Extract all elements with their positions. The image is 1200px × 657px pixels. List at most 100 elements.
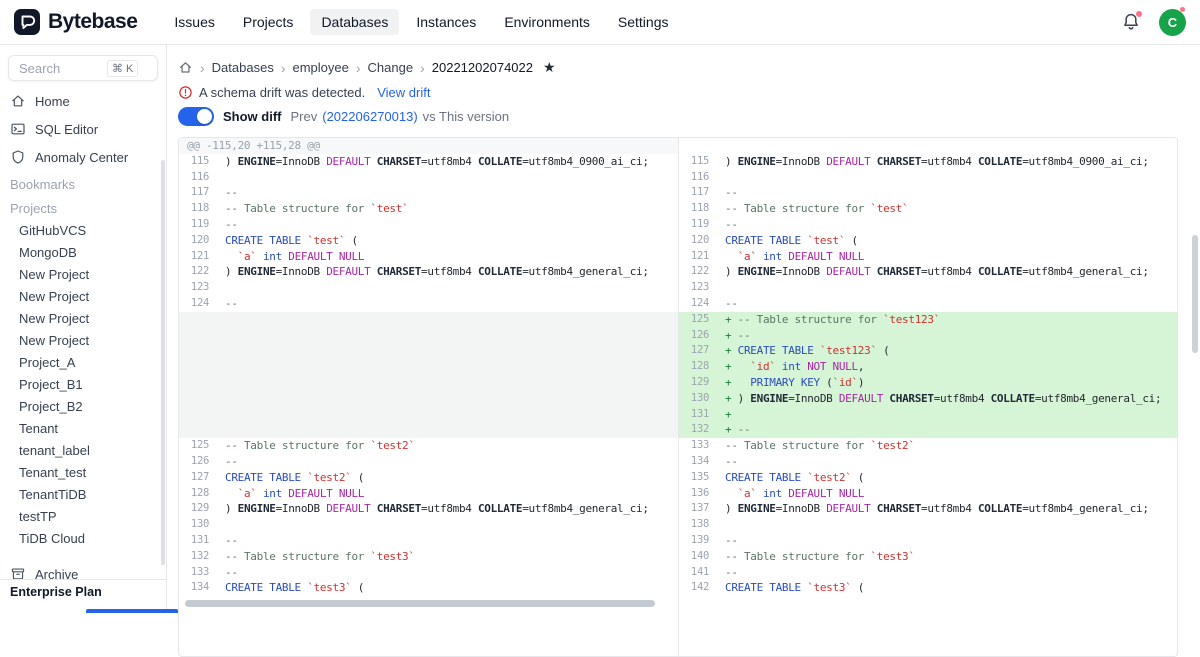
toggle-knob	[197, 109, 212, 124]
diff-row-spacer	[179, 312, 678, 328]
diff-row: 124--	[179, 296, 678, 312]
sidebar-section-projects: Projects	[0, 197, 166, 219]
nav-item-databases[interactable]: Databases	[310, 9, 399, 35]
sidebar-project-item[interactable]: GitHubVCS	[0, 219, 166, 241]
diff-row-spacer	[179, 407, 678, 423]
diff-row: 122) ENGINE=InnoDB DEFAULT CHARSET=utf8m…	[179, 264, 678, 280]
breadcrumb-item[interactable]: 20221202074022	[432, 60, 533, 75]
sidebar-project-item[interactable]: New Project	[0, 307, 166, 329]
sidebar-project-item[interactable]: New Project	[0, 263, 166, 285]
diff-row: 133--	[179, 565, 678, 581]
diff-row: 116	[179, 170, 678, 186]
sidebar-project-item[interactable]: tenant_label	[0, 439, 166, 461]
notification-dot	[1136, 11, 1142, 17]
diff-row: 140-- Table structure for `test3`	[679, 549, 1177, 565]
sidebar-project-item[interactable]: Project_B2	[0, 395, 166, 417]
user-avatar[interactable]: C	[1159, 9, 1186, 36]
diff-row: 123	[679, 280, 1177, 296]
diff-row-added: 128+ `id` int NOT NULL,	[679, 359, 1177, 375]
sidebar-project-item[interactable]: New Project	[0, 285, 166, 307]
sidebar-scrollbar[interactable]	[161, 160, 165, 565]
schema-drift-alert: A schema drift was detected. View drift	[178, 85, 430, 100]
sidebar-item-sql-editor[interactable]: SQL Editor	[0, 115, 166, 143]
bookmark-star-icon[interactable]: ★	[543, 59, 556, 76]
diff-row: 119--	[179, 217, 678, 233]
diff-row-added: 131+	[679, 407, 1177, 423]
diff-pane-new: 115) ENGINE=InnoDB DEFAULT CHARSET=utf8m…	[678, 138, 1177, 656]
vs-this-version-label: vs This version	[423, 109, 509, 124]
diff-row: 133-- Table structure for `test2`	[679, 438, 1177, 454]
diff-row: 121 `a` int DEFAULT NULL	[679, 249, 1177, 265]
show-diff-label: Show diff	[223, 109, 282, 124]
diff-row: 119--	[679, 217, 1177, 233]
diff-row: 117--	[679, 185, 1177, 201]
view-drift-link[interactable]: View drift	[377, 85, 430, 100]
breadcrumb: ›Databases›employee›Change›2022120207402…	[178, 59, 556, 76]
diff-row: 126--	[179, 454, 678, 470]
sidebar-project-item[interactable]: Project_A	[0, 351, 166, 373]
sidebar-item-home[interactable]: Home	[0, 87, 166, 115]
avatar-initial: C	[1159, 9, 1186, 36]
diff-pane-old: @@ -115,20 +115,28 @@115) ENGINE=InnoDB …	[179, 138, 678, 656]
home-icon	[10, 93, 26, 109]
alert-message: A schema drift was detected.	[199, 85, 365, 100]
diff-row: 121 `a` int DEFAULT NULL	[179, 249, 678, 265]
sidebar-project-item[interactable]: Project_B1	[0, 373, 166, 395]
diff-row-added: 127+ CREATE TABLE `test123` (	[679, 343, 1177, 359]
bytebase-logo-icon	[14, 9, 40, 35]
breadcrumb-separator: ›	[420, 61, 425, 75]
bytebase-logo[interactable]: Bytebase	[14, 9, 137, 35]
sidebar-project-item[interactable]: New Project	[0, 329, 166, 351]
notifications-button[interactable]	[1121, 12, 1141, 32]
breadcrumb-separator: ›	[356, 61, 361, 75]
shield-icon	[10, 149, 26, 165]
nav-item-projects[interactable]: Projects	[232, 9, 305, 35]
quickstart-progress-sliver	[86, 609, 178, 613]
diff-row-spacer	[179, 343, 678, 359]
diff-row-added: 126+ --	[679, 328, 1177, 344]
diff-row: 128 `a` int DEFAULT NULL	[179, 486, 678, 502]
sidebar-project-item[interactable]: TenantTiDB	[0, 483, 166, 505]
sidebar-item-anomaly-center[interactable]: Anomaly Center	[0, 143, 166, 171]
search-shortcut: ⌘ K	[107, 60, 138, 77]
diff-row: 118-- Table structure for `test`	[179, 201, 678, 217]
diff-row: 130	[179, 517, 678, 533]
diff-row: 134--	[679, 454, 1177, 470]
diff-row: 134CREATE TABLE `test3` (	[179, 580, 678, 596]
home-icon[interactable]	[178, 60, 193, 75]
terminal-icon	[10, 121, 26, 137]
show-diff-toggle[interactable]	[178, 107, 214, 126]
sidebar-project-item[interactable]: testTP	[0, 505, 166, 527]
nav-item-issues[interactable]: Issues	[163, 9, 225, 35]
diff-row: 129) ENGINE=InnoDB DEFAULT CHARSET=utf8m…	[179, 501, 678, 517]
diff-row-added: 132+ --	[679, 422, 1177, 438]
sidebar-project-item[interactable]: TiDB Cloud	[0, 527, 166, 549]
vertical-scrollbar[interactable]	[1192, 235, 1198, 353]
breadcrumb-item[interactable]: Databases	[212, 60, 274, 75]
diff-row: 120CREATE TABLE `test` (	[179, 233, 678, 249]
prev-version-link[interactable]: (202206270013)	[322, 109, 417, 124]
nav-item-environments[interactable]: Environments	[493, 9, 601, 35]
breadcrumb-item[interactable]: Change	[368, 60, 414, 75]
navbar-right: C	[1121, 9, 1186, 36]
search-box[interactable]: ⌘ K	[8, 55, 158, 81]
avatar-status-dot	[1180, 7, 1185, 12]
nav-item-instances[interactable]: Instances	[405, 9, 487, 35]
diff-row-added: 129+ PRIMARY KEY (`id`)	[679, 375, 1177, 391]
main-nav: Issues ProjectsDatabasesInstancesEnvironm…	[163, 9, 679, 35]
horizontal-scrollbar[interactable]	[185, 600, 655, 607]
diff-row-spacer	[179, 422, 678, 438]
nav-item-settings[interactable]: Settings	[607, 9, 680, 35]
sidebar-item-label: SQL Editor	[35, 122, 98, 137]
diff-row: 122) ENGINE=InnoDB DEFAULT CHARSET=utf8m…	[679, 264, 1177, 280]
top-navbar: Bytebase Issues ProjectsDatabasesInstance…	[0, 0, 1200, 45]
sidebar-project-item[interactable]: Tenant_test	[0, 461, 166, 483]
breadcrumb-item[interactable]: employee	[293, 60, 349, 75]
sidebar-project-item[interactable]: Tenant	[0, 417, 166, 439]
breadcrumb-items: ›Databases›employee›Change›2022120207402…	[200, 60, 533, 75]
sidebar-project-item[interactable]: MongoDB	[0, 241, 166, 263]
diff-row: 141--	[679, 565, 1177, 581]
diff-row-blank	[679, 138, 1177, 154]
search-input[interactable]	[17, 60, 107, 77]
breadcrumb-separator: ›	[200, 61, 205, 75]
